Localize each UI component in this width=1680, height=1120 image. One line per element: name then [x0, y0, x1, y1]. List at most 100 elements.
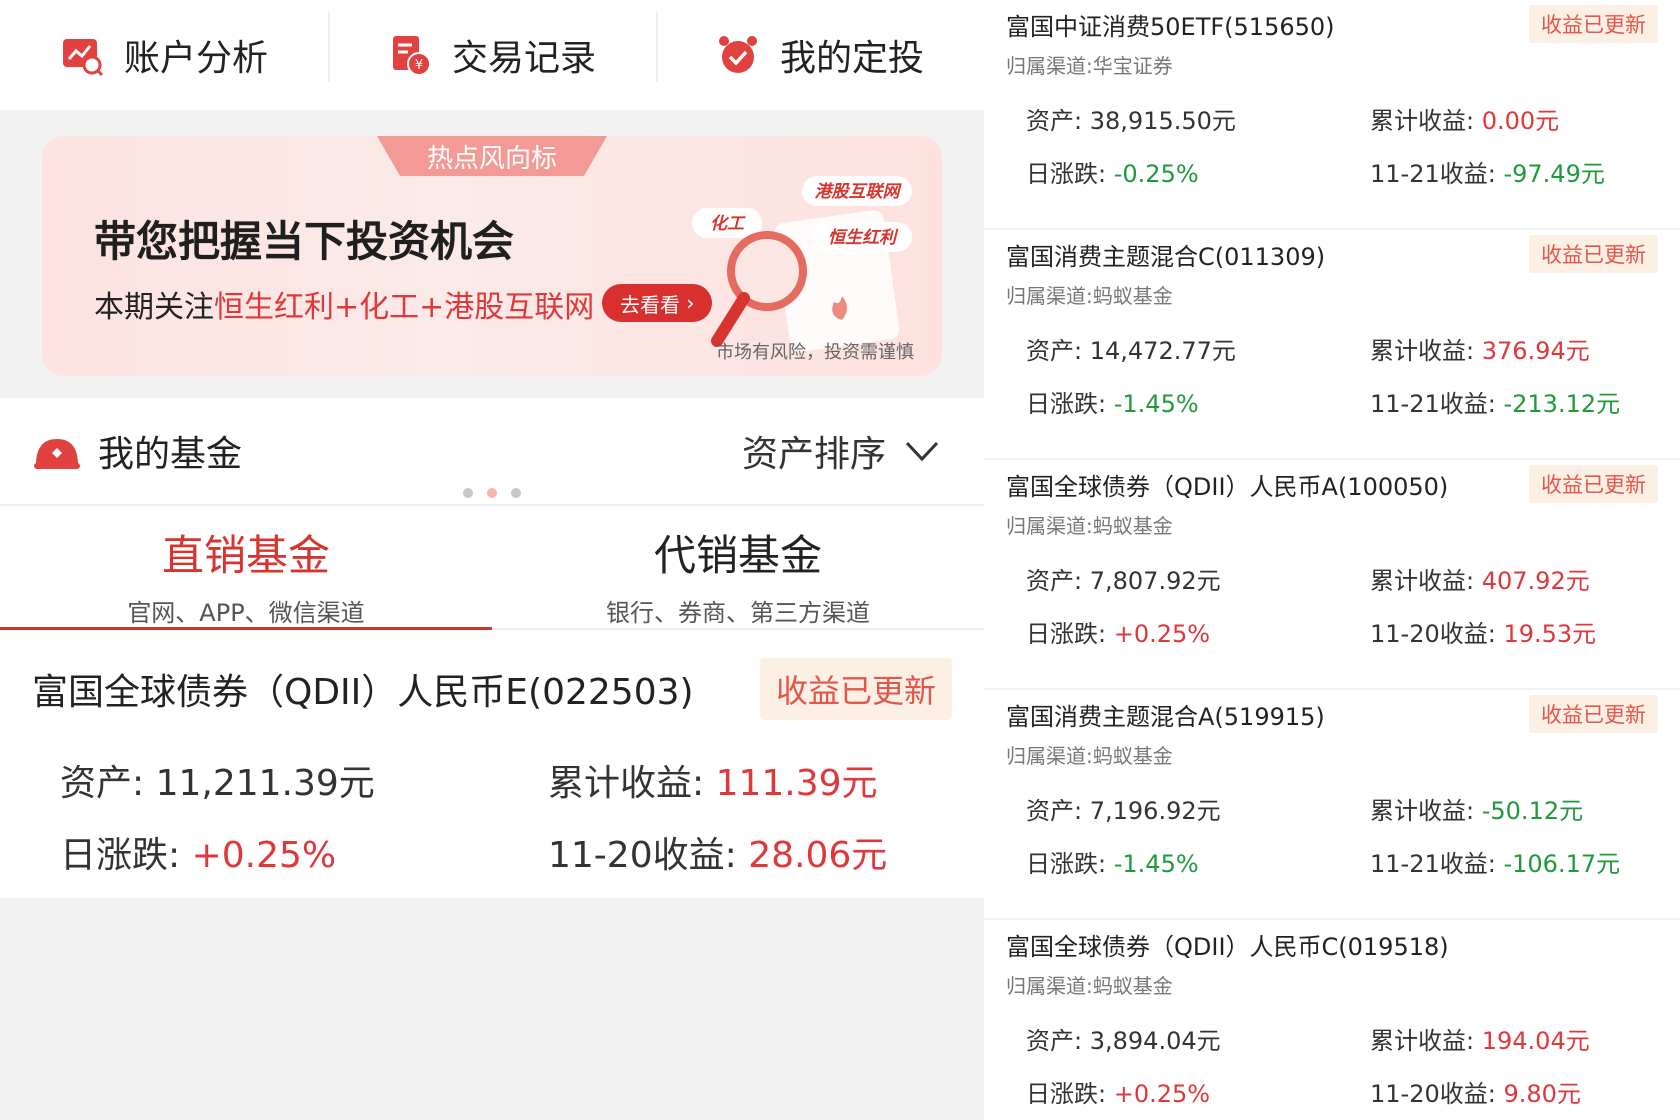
cumulative-field: 累计收益: 0.00元	[1370, 101, 1658, 136]
tab-subtitle: 官网、APP、微信渠道	[127, 599, 365, 627]
cumulative-field: 累计收益: 376.94元	[1370, 331, 1658, 366]
day-profit-field: 11-21收益: -106.17元	[1370, 844, 1658, 879]
tab-title: 直销基金	[161, 531, 330, 580]
cumulative-field: 累计收益: 111.39元	[548, 754, 952, 806]
carousel-dot[interactable]	[463, 488, 473, 498]
daily-change-field: 日涨跌: -1.45%	[1026, 384, 1370, 419]
carousel-dot-active[interactable]	[487, 488, 497, 498]
day-profit-label: 11-20收益:	[1370, 620, 1496, 648]
asset-value: 38,915.50元	[1089, 107, 1236, 135]
cumulative-label: 累计收益:	[1370, 797, 1475, 825]
top-nav: 账户分析 ¥ 交易记录 我的定投	[0, 0, 984, 110]
daily-change-label: 日涨跌:	[1026, 620, 1107, 648]
fund-card[interactable]: 富国全球债券（QDII）人民币C(019518) 归属渠道:蚂蚁基金 资产: 3…	[984, 920, 1680, 1120]
daily-change-label: 日涨跌:	[1026, 390, 1107, 418]
svg-text:恒生红利: 恒生红利	[828, 228, 899, 248]
day-profit-value: -213.12元	[1503, 390, 1621, 418]
asset-label: 资产:	[60, 763, 145, 804]
right-pane: 富国中证消费50ETF(515650) 收益已更新 归属渠道:华宝证券 资产: …	[984, 0, 1680, 1120]
asset-field: 资产: 14,472.77元	[1026, 331, 1370, 366]
asset-value: 7,196.92元	[1089, 797, 1221, 825]
cumulative-label: 累计收益:	[1370, 337, 1475, 365]
nav-transaction-records[interactable]: ¥ 交易记录	[328, 0, 656, 110]
cumulative-field: 累计收益: -50.12元	[1370, 791, 1658, 826]
direct-fund-card[interactable]: 富国全球债券（QDII）人民币E(022503) 收益已更新 资产: 11,21…	[0, 630, 984, 898]
day-profit-value: 9.80元	[1503, 1080, 1581, 1108]
sort-label: 资产排序	[741, 434, 886, 475]
asset-value: 11,211.39元	[155, 763, 375, 804]
fund-channel-tabs: 直销基金 官网、APP、微信渠道 代销基金 银行、券商、第三方渠道	[0, 506, 984, 630]
asset-field: 资产: 7,196.92元	[1026, 791, 1370, 826]
status-badge: 收益已更新	[1529, 235, 1658, 273]
asset-label: 资产:	[1026, 337, 1083, 365]
day-profit-label: 11-21收益:	[1370, 850, 1496, 878]
tab-title: 代销基金	[653, 531, 822, 580]
banner-sub-highlight: 恒生红利+化工+港股互联网	[214, 290, 595, 325]
fund-card[interactable]: 富国消费主题混合C(011309) 收益已更新 归属渠道:蚂蚁基金 资产: 14…	[984, 230, 1680, 458]
channel-text: 归属渠道:蚂蚁基金	[1006, 974, 1173, 998]
daily-change-field: 日涨跌: +0.25%	[60, 826, 548, 878]
fund-name: 富国全球债券（QDII）人民币E(022503)	[32, 672, 694, 713]
status-badge: 收益已更新	[759, 658, 952, 720]
nav-label: 交易记录	[451, 38, 596, 79]
promo-banner[interactable]: 热点风向标 带您把握当下投资机会 本期关注恒生红利+化工+港股互联网 去看看 ›…	[42, 136, 942, 376]
asset-label: 资产:	[1026, 567, 1083, 595]
banner-headline: 带您把握当下投资机会	[94, 217, 515, 266]
daily-change-label: 日涨跌:	[60, 835, 181, 876]
daily-change-label: 日涨跌:	[1026, 1080, 1107, 1108]
my-funds-label: 我的基金	[98, 434, 243, 475]
day-profit-label: 11-21收益:	[1370, 160, 1496, 188]
banner-sub-prefix: 本期关注	[94, 290, 214, 325]
tab-subtitle: 银行、券商、第三方渠道	[606, 599, 870, 627]
carousel-dot[interactable]	[511, 488, 521, 498]
fund-name: 富国消费主题混合A(519915)	[1006, 702, 1325, 731]
chevron-down-icon	[905, 441, 939, 462]
art-label-hs-dividend: 恒生红利	[812, 222, 912, 252]
day-profit-field: 11-21收益: -213.12元	[1370, 384, 1658, 419]
risk-disclaimer: 市场有风险，投资需谨慎	[716, 342, 914, 363]
alarm-clock-icon	[718, 36, 757, 73]
daily-change-value: -1.45%	[1113, 390, 1199, 418]
tab-direct-funds[interactable]: 直销基金 官网、APP、微信渠道	[0, 506, 492, 628]
cumulative-label: 累计收益:	[1370, 567, 1475, 595]
nav-account-analysis[interactable]: 账户分析	[0, 0, 328, 110]
channel-text: 归属渠道:蚂蚁基金	[1006, 744, 1173, 768]
day-profit-value: -106.17元	[1503, 850, 1621, 878]
asset-field: 资产: 3,894.04元	[1026, 1021, 1370, 1056]
cumulative-value: 376.94元	[1481, 337, 1590, 365]
asset-field: 资产: 11,211.39元	[60, 754, 548, 806]
day-profit-value: 19.53元	[1503, 620, 1597, 648]
channel-text: 归属渠道:蚂蚁基金	[1006, 284, 1173, 308]
svg-text:港股互联网: 港股互联网	[815, 182, 903, 202]
chart-icon	[62, 39, 104, 77]
fund-card[interactable]: 富国全球债券（QDII）人民币A(100050) 收益已更新 归属渠道:蚂蚁基金…	[984, 460, 1680, 688]
daily-change-field: 日涨跌: +0.25%	[1026, 614, 1370, 649]
day-profit-label: 11-20收益:	[548, 835, 737, 876]
svg-text:化工: 化工	[710, 214, 746, 234]
fund-name: 富国消费主题混合C(011309)	[1006, 242, 1326, 271]
fund-cap-icon	[34, 439, 80, 469]
nav-label: 账户分析	[123, 38, 268, 79]
channel-text: 归属渠道:蚂蚁基金	[1006, 514, 1173, 538]
day-profit-field: 11-20收益: 9.80元	[1370, 1074, 1658, 1109]
day-profit-field: 11-21收益: -97.49元	[1370, 154, 1658, 189]
cumulative-label: 累计收益:	[548, 763, 705, 804]
nav-my-plans[interactable]: 我的定投	[656, 0, 984, 110]
fund-card[interactable]: 富国中证消费50ETF(515650) 收益已更新 归属渠道:华宝证券 资产: …	[984, 0, 1680, 228]
channel-text: 归属渠道:华宝证券	[1006, 54, 1173, 78]
art-label-chemical: 化工	[692, 208, 762, 238]
daily-change-field: 日涨跌: -1.45%	[1026, 844, 1370, 879]
cumulative-value: 0.00元	[1481, 107, 1560, 135]
sort-dropdown[interactable]: 资产排序	[742, 425, 940, 477]
fund-name: 富国中证消费50ETF(515650)	[1006, 12, 1335, 41]
tab-agency-funds[interactable]: 代销基金 银行、券商、第三方渠道	[492, 506, 984, 628]
daily-change-value: -0.25%	[1113, 160, 1199, 188]
day-profit-label: 11-21收益:	[1370, 390, 1496, 418]
cumulative-field: 累计收益: 407.92元	[1370, 561, 1658, 596]
fund-card[interactable]: 富国消费主题混合A(519915) 收益已更新 归属渠道:蚂蚁基金 资产: 7,…	[984, 690, 1680, 918]
asset-field: 资产: 7,807.92元	[1026, 561, 1370, 596]
status-badge: 收益已更新	[1529, 5, 1658, 43]
carousel-dots	[0, 488, 984, 498]
svg-text:¥: ¥	[415, 58, 423, 73]
daily-change-field: 日涨跌: +0.25%	[1026, 1074, 1370, 1109]
